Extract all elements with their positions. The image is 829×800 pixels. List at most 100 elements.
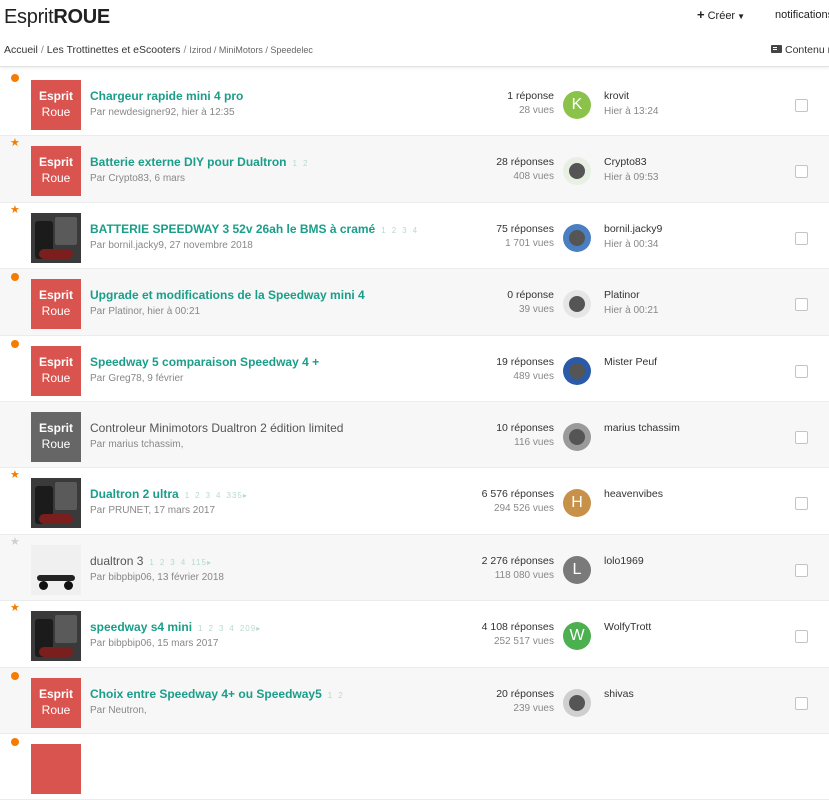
topic-title-link[interactable]: speedway s4 mini xyxy=(90,620,192,634)
topic-row[interactable]: ★ Esprit Roue Batterie externe DIY pour Dua… xyxy=(0,136,829,203)
topic-title-link[interactable]: Chargeur rapide mini 4 pro xyxy=(90,89,243,103)
page-link[interactable]: 1 xyxy=(381,226,386,235)
topic-stats: 2 276 réponses 118 080 vues xyxy=(482,555,554,581)
topic-row[interactable]: ★ speedway s4 mini 1 2 3 4 209▸ Par bibpbip06, … xyxy=(0,601,829,668)
topic-thumbnail[interactable] xyxy=(31,743,81,794)
user-avatar[interactable] xyxy=(563,356,591,385)
topic-title-link[interactable]: BATTERIE SPEEDWAY 3 52v 26ah le BMS à cr… xyxy=(90,222,375,236)
topic-row[interactable]: ★ dualtron 3 1 2 3 4 115▸ Par bibpbip06, 13 fév… xyxy=(0,534,829,602)
topic-thumbnail-image[interactable] xyxy=(31,611,81,662)
topic-row[interactable]: ★ BATTERIE SPEEDWAY 3 52v 26ah le BMS à c… xyxy=(0,203,829,270)
page-link[interactable]: 3 xyxy=(206,491,211,500)
page-link[interactable]: 1 xyxy=(149,558,154,567)
last-post-date[interactable]: Hier à 09:53 xyxy=(604,172,658,183)
topic-title-link[interactable]: Controleur Minimotors Dualtron 2 édition… xyxy=(90,421,343,435)
user-avatar[interactable]: L xyxy=(563,555,591,584)
topic-title-link[interactable]: dualtron 3 xyxy=(90,554,143,568)
last-poster[interactable]: bornil.jacky9 xyxy=(604,223,662,235)
topic-thumbnail[interactable]: Esprit Roue xyxy=(31,345,81,396)
site-logo[interactable]: EspritROUE xyxy=(4,6,110,29)
user-avatar[interactable] xyxy=(563,157,591,186)
topic-select-checkbox[interactable] xyxy=(795,231,808,245)
topic-row[interactable] xyxy=(0,734,829,800)
thumbnail-line1: Esprit xyxy=(38,354,73,369)
page-link[interactable]: 2 xyxy=(209,624,214,633)
page-link[interactable]: 115▸ xyxy=(191,558,212,567)
page-link[interactable]: 1 xyxy=(198,624,203,633)
last-poster[interactable]: Platinor xyxy=(604,289,640,301)
topic-thumbnail[interactable]: Esprit Roue xyxy=(31,677,81,728)
topic-select-checkbox[interactable] xyxy=(795,364,808,378)
last-poster[interactable]: Mister Peuf xyxy=(604,356,657,368)
user-avatar[interactable]: H xyxy=(563,489,591,518)
last-poster[interactable]: marius tchassim xyxy=(604,422,680,434)
last-poster[interactable]: WolfyTrott xyxy=(604,621,651,633)
topic-title-link[interactable]: Batterie externe DIY pour Dualtron xyxy=(90,155,287,169)
user-avatar[interactable] xyxy=(563,223,591,252)
topic-thumbnail[interactable]: Esprit Roue xyxy=(31,80,81,130)
page-link[interactable]: 4 xyxy=(216,491,221,500)
topic-select-checkbox[interactable] xyxy=(795,497,808,511)
topic-select-checkbox[interactable] xyxy=(795,298,808,312)
topic-select-checkbox[interactable] xyxy=(795,430,808,444)
last-post-date[interactable]: Hier à 13:24 xyxy=(604,106,658,117)
content-menu-link[interactable]: Contenu r xyxy=(771,44,829,56)
topic-stats: 1 réponse 28 vues xyxy=(507,90,554,116)
user-avatar[interactable] xyxy=(563,688,591,717)
page-link[interactable]: 1 xyxy=(185,491,190,500)
page-link[interactable]: 209▸ xyxy=(240,624,261,633)
topic-thumbnail[interactable]: Esprit Roue xyxy=(31,411,81,462)
topic-thumbnail[interactable]: Esprit Roue xyxy=(31,279,81,330)
user-avatar[interactable] xyxy=(563,422,591,451)
page-link[interactable]: 2 xyxy=(160,558,165,567)
topic-select-checkbox[interactable] xyxy=(795,99,808,112)
breadcrumb-item-subforum[interactable]: Izirod / MiniMotors / Speedelec xyxy=(189,45,313,55)
notifications-link[interactable]: notifications xyxy=(775,9,829,21)
last-poster[interactable]: shivas xyxy=(604,688,634,700)
topic-row[interactable]: Esprit Roue Speedway 5 comparaison Speedwa… xyxy=(0,336,829,402)
topic-thumbnail[interactable]: Esprit Roue xyxy=(31,146,81,197)
page-link[interactable]: 4 xyxy=(229,624,234,633)
page-link[interactable]: 4 xyxy=(413,226,418,235)
topic-select-checkbox[interactable] xyxy=(795,696,808,710)
topic-select-checkbox[interactable] xyxy=(795,630,808,644)
topic-title-link[interactable]: Upgrade et modifications de la Speedway … xyxy=(90,288,365,302)
breadcrumb-item-home[interactable]: Accueil xyxy=(4,44,38,56)
page-link[interactable]: 1 xyxy=(328,691,333,700)
last-poster[interactable]: Crypto83 xyxy=(604,156,647,168)
page-link[interactable]: 2 xyxy=(338,691,343,700)
page-link[interactable]: 3 xyxy=(219,624,224,633)
topic-row[interactable]: ★ Dualtron 2 ultra 1 2 3 4 335▸ Par PRUNET, 17 … xyxy=(0,468,829,535)
breadcrumb-item-forum[interactable]: Les Trottinettes et eScooters xyxy=(47,44,181,56)
page-link[interactable]: 2 xyxy=(303,159,308,168)
last-poster[interactable]: krovit xyxy=(604,90,629,102)
page-link[interactable]: 3 xyxy=(402,226,407,235)
last-poster[interactable]: lolo1969 xyxy=(604,555,644,567)
topic-row[interactable]: Esprit Roue Upgrade et modifications de la… xyxy=(0,269,829,336)
page-link[interactable]: 335▸ xyxy=(227,491,248,500)
last-post-date[interactable]: Hier à 00:21 xyxy=(604,305,658,316)
user-avatar[interactable]: K xyxy=(563,91,591,119)
user-avatar[interactable]: W xyxy=(563,622,591,651)
topic-title-link[interactable]: Choix entre Speedway 4+ ou Speedway5 xyxy=(90,687,322,701)
topic-select-checkbox[interactable] xyxy=(795,563,808,577)
page-link[interactable]: 2 xyxy=(392,226,397,235)
last-post-date[interactable]: Hier à 00:34 xyxy=(604,239,658,250)
user-avatar[interactable] xyxy=(563,290,591,319)
topic-thumbnail-image[interactable] xyxy=(31,212,81,263)
topic-title-link[interactable]: Speedway 5 comparaison Speedway 4 + xyxy=(90,355,319,369)
topic-row[interactable]: Esprit Roue Controleur Minimotors Dualtron… xyxy=(0,401,829,469)
create-button[interactable]: + Créer ▼ xyxy=(697,7,745,22)
last-poster[interactable]: heavenvibes xyxy=(604,488,663,500)
topic-select-checkbox[interactable] xyxy=(795,165,808,179)
topic-row[interactable]: Esprit Roue Choix entre Speedway 4+ ou Spe… xyxy=(0,667,829,734)
page-link[interactable]: 4 xyxy=(181,558,186,567)
topic-thumbnail-image[interactable] xyxy=(31,478,81,529)
topic-title-link[interactable]: Dualtron 2 ultra xyxy=(90,487,179,501)
topic-title-wrap: Dualtron 2 ultra 1 2 3 4 335▸ xyxy=(90,487,253,501)
page-link[interactable]: 2 xyxy=(195,491,200,500)
page-link[interactable]: 1 xyxy=(293,159,298,168)
topic-row[interactable]: Esprit Roue Chargeur rapide mini 4 pro Par … xyxy=(0,70,829,137)
topic-thumbnail-image[interactable] xyxy=(31,544,81,595)
page-link[interactable]: 3 xyxy=(170,558,175,567)
